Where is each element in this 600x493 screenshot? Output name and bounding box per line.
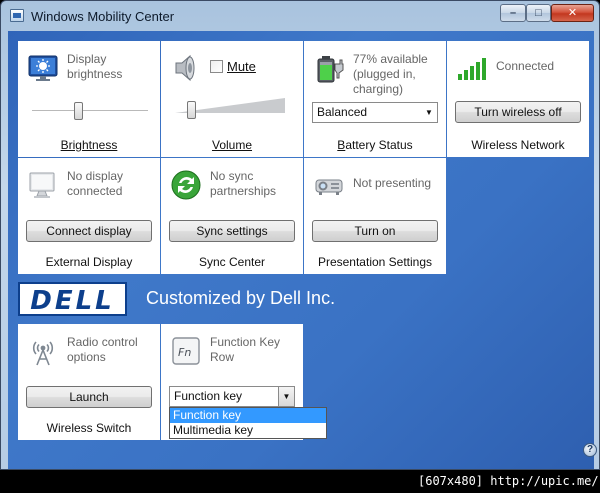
tile-battery-status: 77% available (plugged in, charging) Bal… [304,41,446,157]
signal-strength-icon [458,58,486,80]
mobility-center-window: Windows Mobility Center – □ ✕ Display br… [0,0,600,470]
external-display-label: External Display [45,255,133,269]
power-plan-select[interactable]: Balanced ▼ [312,102,438,123]
presentation-settings-label: Presentation Settings [317,255,433,269]
connect-display-button[interactable]: Connect display [26,220,152,242]
tile-brightness: Display brightness Brightness [18,41,160,157]
volume-slider-thumb[interactable] [187,101,196,119]
mobility-center-icon [10,9,24,22]
turn-on-presentation-button[interactable]: Turn on [312,220,438,242]
launch-button[interactable]: Launch [26,386,152,408]
dell-logo-text: DELL [30,286,115,316]
dell-banner: DELL Customized by Dell Inc. [14,281,574,317]
brightness-description: Display brightness [67,52,123,81]
speaker-icon [175,54,195,82]
volume-label: Volume [211,138,253,152]
tiles-area: Display brightness Brightness Mute Volum… [8,31,597,469]
radio-control-description: Radio control options [67,335,138,364]
tile-sync-center: No sync partnerships Sync settings Sync … [161,158,303,274]
tile-external-display: No display connected Connect display Ext… [18,158,160,274]
battery-label: Battery Status [337,138,413,152]
sync-center-label: Sync Center [198,255,266,269]
external-display-description: No display connected [67,169,124,198]
brightness-label: Brightness [60,138,118,152]
monitor-icon [29,172,55,198]
tile-presentation-settings: Not presenting Turn on Presentation Sett… [304,158,446,274]
function-key-description: Function Key Row [210,335,281,364]
svg-text:Fn: Fn [178,346,191,359]
function-key-value: Function key [174,389,243,403]
wireless-label: Wireless Network [471,138,565,152]
projector-icon [315,179,343,195]
radio-tower-icon [32,341,54,366]
sync-icon [171,170,201,200]
window-title: Windows Mobility Center [31,9,175,24]
help-icon[interactable]: ? [583,443,597,457]
title-bar[interactable]: Windows Mobility Center – □ ✕ [1,1,599,31]
option-function-key[interactable]: Function key [170,408,326,423]
fn-key-icon: Fn [172,337,200,365]
power-plan-value: Balanced [317,105,368,119]
mute-label[interactable]: Mute [227,59,256,74]
dell-customized-text: Customized by Dell Inc. [146,288,336,308]
brightness-slider-thumb[interactable] [74,102,83,120]
watermark-text: [607x480] http://upic.me/ [418,473,599,490]
dell-logo: DELL [18,282,127,316]
function-key-dropdown-list: Function key Multimedia key [169,407,327,439]
presentation-description: Not presenting [353,176,432,190]
chevron-down-icon: ▼ [278,387,294,406]
function-key-select[interactable]: Function key ▼ [169,386,295,407]
option-multimedia-key[interactable]: Multimedia key [170,423,326,438]
close-button[interactable]: ✕ [551,4,594,22]
turn-wireless-off-button[interactable]: Turn wireless off [455,101,581,123]
sync-description: No sync partnerships [210,169,277,198]
minimize-button[interactable]: – [500,4,526,22]
chevron-down-icon: ▼ [425,108,433,117]
tile-volume: Mute Volume [161,41,303,157]
wireless-description: Connected [496,59,555,73]
wireless-switch-label: Wireless Switch [46,421,132,435]
mute-checkbox[interactable] [210,60,223,73]
battery-description: 77% available (plugged in, charging) [353,52,428,96]
tile-wireless-switch: Radio control options Launch Wireless Sw… [18,324,160,440]
battery-plug-icon [317,56,344,83]
tile-wireless-network: Connected Turn wireless off Wireless Net… [447,41,589,157]
maximize-button[interactable]: □ [526,4,551,22]
brightness-slider-track[interactable] [32,110,148,112]
sync-settings-button[interactable]: Sync settings [169,220,295,242]
display-brightness-icon [28,55,58,81]
